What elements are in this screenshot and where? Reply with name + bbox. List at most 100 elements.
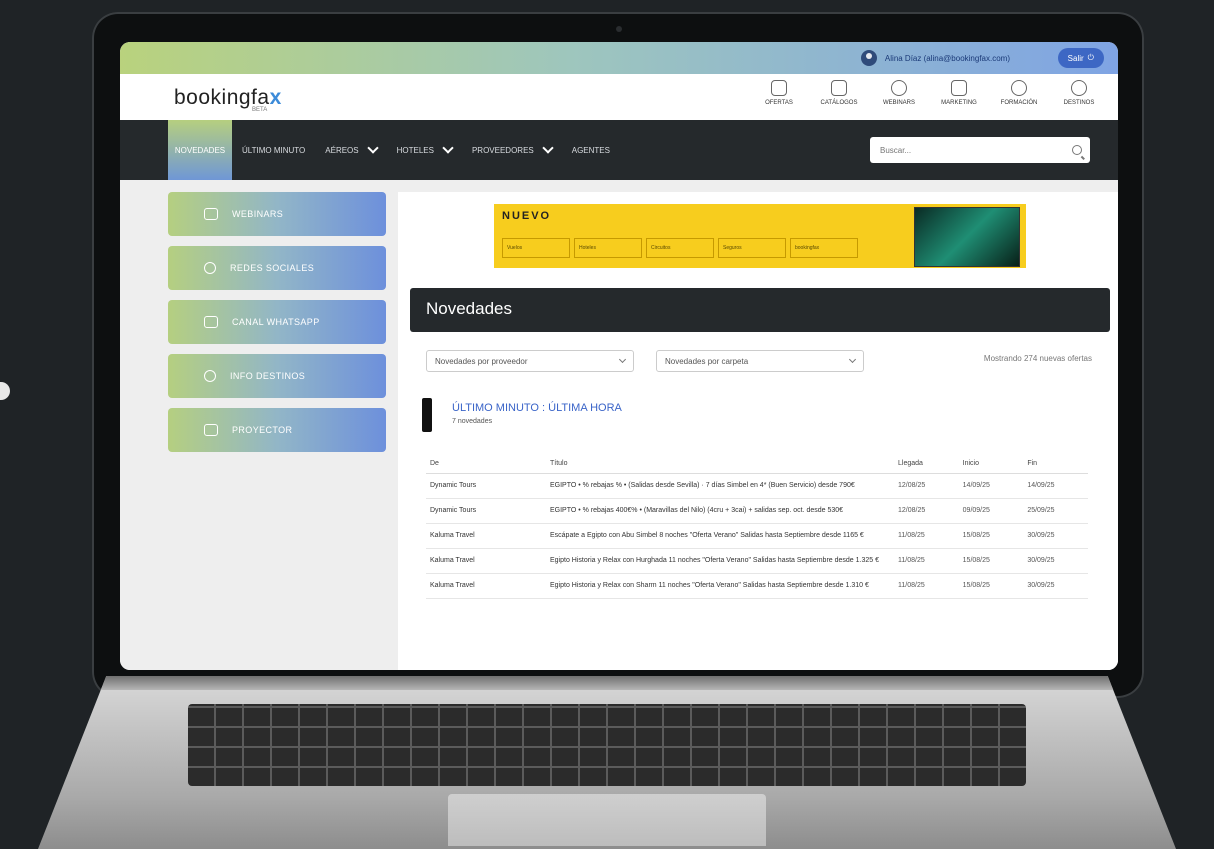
results-count: Mostrando 274 nuevas ofertas (983, 354, 1092, 363)
sidebar-item-webinars[interactable]: Webinars (168, 192, 386, 236)
promo-banner[interactable]: NUEVO Vuelos Hoteles Circuitos Seguros b… (494, 204, 1026, 268)
cell-title[interactable]: Escápate a Egipto con Abu Simbel 8 noche… (546, 523, 894, 549)
sidebar-item-redes-sociales[interactable]: Redes sociales (168, 246, 386, 290)
banner-item: Circuitos (646, 238, 714, 258)
table-row[interactable]: Kaluma Travel Egipto Historia y Relax co… (426, 548, 1088, 574)
globe-icon (204, 370, 216, 382)
nav-ultimo-minuto[interactable]: Último minuto (232, 120, 315, 180)
user-email: Alina Díaz (alina@bookingfax.com) (884, 53, 1010, 63)
quick-link-ofertas[interactable]: Ofertas (758, 80, 800, 106)
banner-title: NUEVO (502, 210, 552, 222)
main-nav: Novedades Último minuto Aéreos Hoteles P… (120, 120, 1118, 180)
cell-date: 11/08/25 (894, 548, 959, 574)
sidebar-item-proyector[interactable]: Proyector (168, 408, 386, 452)
cell-title[interactable]: EGIPTO • % rebajas 400€% • (Maravillas d… (546, 498, 894, 524)
quick-link-label: Webinars (882, 100, 915, 106)
table-row[interactable]: Kaluma Travel Egipto Historia y Relax co… (426, 573, 1088, 599)
table-row[interactable]: Dynamic Tours EGIPTO • % rebajas 400€% •… (426, 498, 1088, 524)
sidebar-item-label: Webinars (232, 209, 284, 219)
quick-link-webinars[interactable]: Webinars (878, 80, 920, 106)
nav-items: Novedades Último minuto Aéreos Hoteles P… (168, 120, 620, 180)
cell-date: 15/08/25 (958, 523, 1024, 549)
graduation-icon (1011, 80, 1027, 96)
laptop-hinge (38, 676, 1176, 690)
column-header: Inicio (958, 454, 1024, 474)
section-header: Novedades (410, 288, 1110, 332)
content-area: Webinars Redes sociales Canal WhatsApp I… (120, 180, 1118, 670)
search-box (870, 137, 1090, 163)
folder-select[interactable]: Novedades por carpeta (656, 350, 864, 372)
banner-image (914, 207, 1020, 267)
nav-label: Agentes (571, 145, 610, 155)
sidebar-item-label: Redes sociales (230, 263, 315, 273)
filters: Novedades por proveedor Novedades por ca… (426, 350, 864, 372)
nav-proveedores[interactable]: Proveedores (462, 120, 562, 180)
logout-label: Salir (1067, 53, 1084, 63)
table-row[interactable]: Dynamic Tours EGIPTO • % rebajas % • (Sa… (426, 473, 1088, 499)
sidebar-item-label: Canal WhatsApp (232, 317, 320, 327)
folder-select-value: Novedades por carpeta (665, 356, 749, 366)
laptop-base (38, 676, 1176, 849)
cell-from: Kaluma Travel (426, 523, 546, 549)
cell-from: Kaluma Travel (426, 573, 546, 599)
pin-icon (1071, 80, 1087, 96)
laptop-lid: Alina Díaz (alina@bookingfax.com) Salir … (92, 12, 1144, 698)
nav-label: Proveedores (471, 145, 534, 155)
cell-title[interactable]: EGIPTO • % rebajas % • (Salidas desde Se… (546, 473, 894, 499)
column-header: Fin (1023, 454, 1088, 474)
header: bookingfax BETA Ofertas Catálogos Webina… (120, 74, 1118, 120)
banner-items: Vuelos Hoteles Circuitos Seguros booking… (502, 238, 858, 258)
quick-links: Ofertas Catálogos Webinars Marketing For… (758, 80, 1100, 106)
column-header: Título (546, 454, 894, 474)
cell-from: Dynamic Tours (426, 498, 546, 524)
provider-select[interactable]: Novedades por proveedor (426, 350, 634, 372)
table-header-row: De Título Llegada Inicio Fin (426, 454, 1088, 474)
sidebar-item-label: Proyector (232, 425, 293, 435)
table-row[interactable]: Kaluma Travel Escápate a Egipto con Abu … (426, 523, 1088, 549)
cell-date: 30/09/25 (1023, 523, 1088, 549)
cell-date: 12/08/25 (894, 473, 959, 499)
cell-date: 30/09/25 (1023, 573, 1088, 599)
subsection-count: 7 novedades (452, 418, 493, 425)
logo-sub: BETA (252, 107, 268, 113)
cell-date: 12/08/25 (894, 498, 959, 524)
user-chip[interactable]: Alina Díaz (alina@bookingfax.com) (860, 50, 1010, 66)
nav-label: Último minuto (242, 145, 306, 155)
search-icon[interactable] (1072, 145, 1082, 155)
quick-link-marketing[interactable]: Marketing (938, 80, 980, 106)
offers-table: De Título Llegada Inicio Fin Dynamic Tou… (426, 454, 1088, 599)
projector-icon (204, 424, 218, 436)
sidebar-item-info-destinos[interactable]: Info destinos (168, 354, 386, 398)
logout-button[interactable]: Salir ⏻ (1057, 48, 1104, 68)
quick-link-destinos[interactable]: Destinos (1058, 80, 1100, 106)
search-input[interactable] (878, 144, 1052, 156)
quick-link-catalogos[interactable]: Catálogos (818, 80, 860, 106)
chevron-down-icon (542, 142, 554, 154)
power-icon: ⏻ (1087, 53, 1094, 62)
cell-from: Kaluma Travel (426, 548, 546, 574)
chevron-down-icon (848, 355, 857, 363)
nav-hoteles[interactable]: Hoteles (387, 120, 462, 180)
column-header: Llegada (894, 454, 959, 474)
briefcase-icon (951, 80, 967, 96)
column-header: De (426, 454, 546, 474)
chevron-down-icon (442, 142, 454, 154)
chat-icon (204, 316, 218, 328)
book-icon (831, 80, 847, 96)
sidebar-item-canal-whatsapp[interactable]: Canal WhatsApp (168, 300, 386, 344)
cell-date: 25/09/25 (1023, 498, 1088, 524)
quick-link-formacion[interactable]: Formación (998, 80, 1040, 106)
provider-select-value: Novedades por proveedor (435, 356, 528, 366)
cell-from: Dynamic Tours (426, 473, 546, 499)
banner-item: Seguros (718, 238, 786, 258)
nav-aereos[interactable]: Aéreos (315, 120, 386, 180)
cell-date: 11/08/25 (894, 573, 959, 599)
nav-agentes[interactable]: Agentes (562, 120, 620, 180)
cell-title[interactable]: Egipto Historia y Relax con Sharm 11 noc… (546, 573, 894, 599)
banner-item: Vuelos (502, 238, 570, 258)
subsection-title[interactable]: ÚLTIMO MINUTO : ÚLTIMA HORA (452, 402, 622, 414)
nav-novedades[interactable]: Novedades (168, 120, 232, 180)
cell-title[interactable]: Egipto Historia y Relax con Hurghada 11 … (546, 548, 894, 574)
quick-link-label: Destinos (1063, 100, 1095, 106)
cell-date: 11/08/25 (894, 523, 959, 549)
